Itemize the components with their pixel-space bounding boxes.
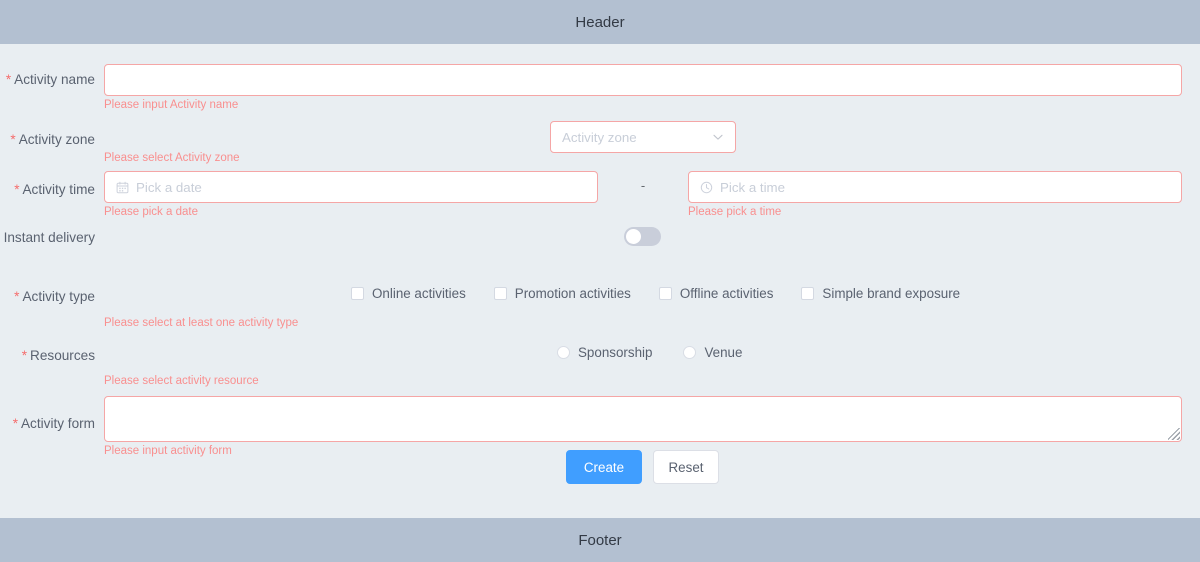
- field-instant-delivery: Instant delivery: [0, 208, 1200, 260]
- required-star: *: [5, 72, 12, 87]
- field-activity-type: * Activity type Online activities Promoti…: [0, 260, 1200, 329]
- radio-venue[interactable]: Venue: [683, 345, 742, 360]
- required-star: *: [14, 182, 20, 197]
- field-activity-name: * Activity name Please input Activity nam…: [0, 44, 1200, 111]
- checkbox-promotion-activities[interactable]: Promotion activities: [493, 286, 631, 301]
- time-range-separator: -: [640, 178, 646, 193]
- chevron-down-icon: [712, 131, 724, 143]
- radio-sponsorship[interactable]: Sponsorship: [557, 345, 652, 360]
- label-activity-zone: * Activity zone: [10, 132, 95, 147]
- radio-box[interactable]: [557, 346, 570, 359]
- activity-time-placeholder: Pick a time: [720, 179, 786, 195]
- activity-zone-placeholder: Activity zone: [562, 129, 637, 145]
- clock-icon: [700, 181, 713, 194]
- label-activity-form: * Activity form: [12, 416, 95, 431]
- activity-date-input[interactable]: Pick a date: [104, 171, 598, 203]
- page-root: Header * Activity name Please input Activ…: [0, 0, 1200, 562]
- footer-title: Footer: [578, 531, 622, 549]
- activity-zone-select[interactable]: Activity zone: [550, 121, 736, 153]
- field-activity-time: * Activity time Pick a date - Pick a tim…: [0, 156, 1200, 218]
- required-star: *: [14, 289, 20, 304]
- radio-box[interactable]: [683, 346, 697, 359]
- field-activity-form: * Activity form Please input activity for…: [0, 378, 1200, 457]
- activity-form: * Activity name Please input Activity nam…: [0, 44, 1200, 518]
- activity-form-textarea[interactable]: [104, 396, 1182, 442]
- label-activity-name: * Activity name: [5, 72, 95, 87]
- checkbox-box[interactable]: [493, 287, 507, 300]
- label-activity-type: * Activity type: [14, 289, 95, 304]
- checkbox-offline-activities[interactable]: Offline activities: [658, 286, 773, 301]
- checkbox-box[interactable]: [351, 287, 364, 300]
- resize-handle-icon[interactable]: [1168, 428, 1180, 440]
- form-actions: Create Reset: [0, 448, 1200, 498]
- checkbox-box[interactable]: [658, 287, 672, 300]
- page-footer: Footer: [0, 518, 1200, 562]
- header-title: Header: [575, 13, 625, 31]
- required-star: *: [10, 132, 16, 147]
- activity-date-placeholder: Pick a date: [136, 179, 202, 195]
- label-resources: * Resources: [21, 348, 95, 363]
- checkbox-online-activities[interactable]: Online activities: [351, 286, 466, 301]
- activity-name-input[interactable]: [104, 64, 1182, 96]
- page-header: Header: [0, 0, 1200, 44]
- field-resources: * Resources Sponsorship Venue Please sele…: [0, 322, 1200, 387]
- label-activity-time: * Activity time: [14, 182, 95, 197]
- label-instant-delivery: Instant delivery: [3, 230, 95, 245]
- toggle-knob: [626, 229, 641, 244]
- required-star: *: [21, 348, 28, 363]
- create-button[interactable]: Create: [566, 450, 642, 484]
- resources-radio-group: Sponsorship Venue: [557, 345, 742, 360]
- calendar-icon: [116, 181, 129, 194]
- required-star: *: [12, 416, 18, 431]
- checkbox-box[interactable]: [801, 287, 815, 300]
- activity-time-input[interactable]: Pick a time: [688, 171, 1182, 203]
- checkbox-simple-brand-exposure[interactable]: Simple brand exposure: [801, 286, 960, 301]
- activity-type-checkbox-group: Online activities Promotion activities O…: [351, 286, 960, 301]
- instant-delivery-toggle[interactable]: [624, 227, 661, 246]
- field-activity-zone: * Activity zone Activity zone Please sele…: [0, 104, 1200, 164]
- reset-button[interactable]: Reset: [653, 450, 719, 484]
